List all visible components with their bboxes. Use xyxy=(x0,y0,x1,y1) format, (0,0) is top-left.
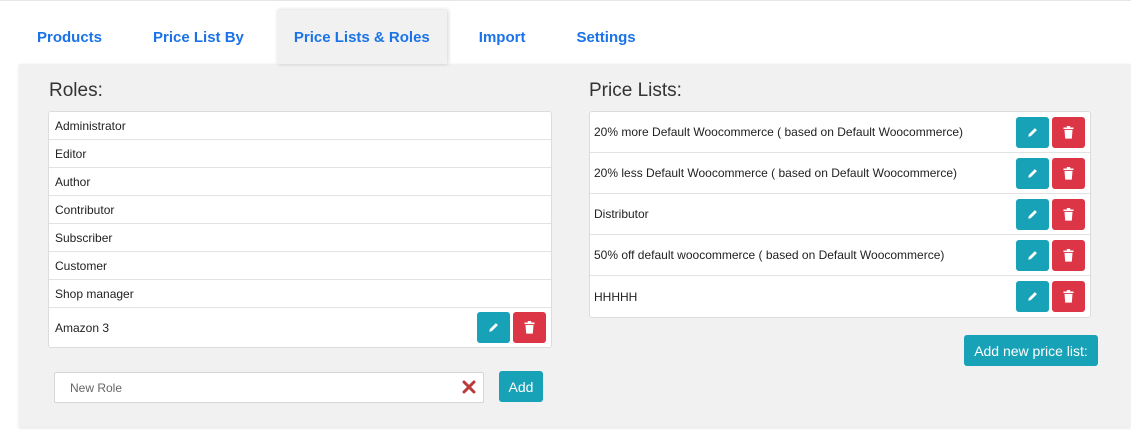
role-label: Shop manager xyxy=(55,286,134,301)
price-list-label: 20% more Default Woocommerce ( based on … xyxy=(594,125,964,139)
trash-icon xyxy=(1063,290,1074,303)
role-label: Administrator xyxy=(55,118,126,133)
tab-panel: Roles: Administrator Editor Author Contr… xyxy=(19,64,1131,427)
new-role-field-wrapper xyxy=(54,372,484,403)
price-list-label: HHHHH xyxy=(594,289,638,304)
tab-price-lists-roles[interactable]: Price Lists & Roles xyxy=(276,10,447,64)
pencil-icon xyxy=(489,323,498,332)
close-x-icon[interactable] xyxy=(461,379,477,395)
tab-bar: Products Price List By Price Lists & Rol… xyxy=(18,10,656,64)
delete-price-list-button[interactable] xyxy=(1052,157,1085,189)
delete-price-list-button[interactable] xyxy=(1052,198,1085,230)
roles-list: Administrator Editor Author Contributor … xyxy=(48,111,552,348)
trash-icon xyxy=(1063,207,1074,221)
add-price-list-button[interactable]: Add new price list: xyxy=(964,335,1098,366)
role-label: Editor xyxy=(55,146,87,161)
tab-settings[interactable]: Settings xyxy=(550,10,655,64)
tab-price-list-by[interactable]: Price List By xyxy=(121,10,277,64)
trash-icon xyxy=(524,321,535,334)
price-list-label: 20% less Default Woocommerce ( based on … xyxy=(594,166,958,180)
price-list-label: 50% off default woocommerce ( based on D… xyxy=(594,248,945,262)
price-lists-title: Price Lists: xyxy=(589,80,682,101)
role-item-customer: Customer xyxy=(49,252,551,280)
role-item-administrator: Administrator xyxy=(49,112,551,140)
price-lists-list: 20% more Default Woocommerce ( based on … xyxy=(589,111,1091,318)
pencil-icon xyxy=(1028,209,1037,219)
role-item-editor: Editor xyxy=(49,140,551,168)
price-list-item: HHHHH xyxy=(590,276,1090,317)
role-label: Contributor xyxy=(55,202,115,217)
role-item-amazon-3: Amazon 3 xyxy=(49,308,551,347)
edit-price-list-button[interactable] xyxy=(1016,157,1049,189)
pencil-icon xyxy=(1028,127,1037,137)
price-list-label: Distributor xyxy=(594,207,649,221)
role-item-contributor: Contributor xyxy=(49,196,551,224)
tab-products[interactable]: Products xyxy=(18,10,121,64)
edit-price-list-button[interactable] xyxy=(1016,198,1049,230)
trash-icon xyxy=(1063,248,1074,262)
role-label: Author xyxy=(55,174,91,189)
delete-price-list-button[interactable] xyxy=(1052,116,1085,148)
role-label: Amazon 3 xyxy=(55,320,110,335)
pencil-icon xyxy=(1028,292,1037,301)
edit-price-list-button[interactable] xyxy=(1016,116,1049,148)
role-label: Subscriber xyxy=(55,230,113,245)
pencil-icon xyxy=(1028,250,1037,260)
price-list-item: 20% more Default Woocommerce ( based on … xyxy=(590,112,1090,153)
role-item-shop-manager: Shop manager xyxy=(49,280,551,308)
price-list-item: 20% less Default Woocommerce ( based on … xyxy=(590,153,1090,194)
trash-icon xyxy=(1063,166,1074,180)
trash-icon xyxy=(1063,125,1074,139)
delete-price-list-button[interactable] xyxy=(1052,281,1085,312)
edit-price-list-button[interactable] xyxy=(1016,281,1049,312)
delete-price-list-button[interactable] xyxy=(1052,239,1085,271)
new-role-input[interactable] xyxy=(55,373,455,402)
edit-role-button[interactable] xyxy=(477,312,510,343)
top-divider xyxy=(0,0,1131,3)
pencil-icon xyxy=(1028,168,1037,178)
price-list-item: 50% off default woocommerce ( based on D… xyxy=(590,235,1090,276)
role-item-author: Author xyxy=(49,168,551,196)
add-role-button[interactable]: Add xyxy=(499,371,543,402)
delete-role-button[interactable] xyxy=(513,312,546,343)
tab-import[interactable]: Import xyxy=(447,10,551,64)
role-item-subscriber: Subscriber xyxy=(49,224,551,252)
role-label: Customer xyxy=(55,258,108,273)
price-list-item: Distributor xyxy=(590,194,1090,235)
edit-price-list-button[interactable] xyxy=(1016,239,1049,271)
roles-title: Roles: xyxy=(49,80,103,101)
